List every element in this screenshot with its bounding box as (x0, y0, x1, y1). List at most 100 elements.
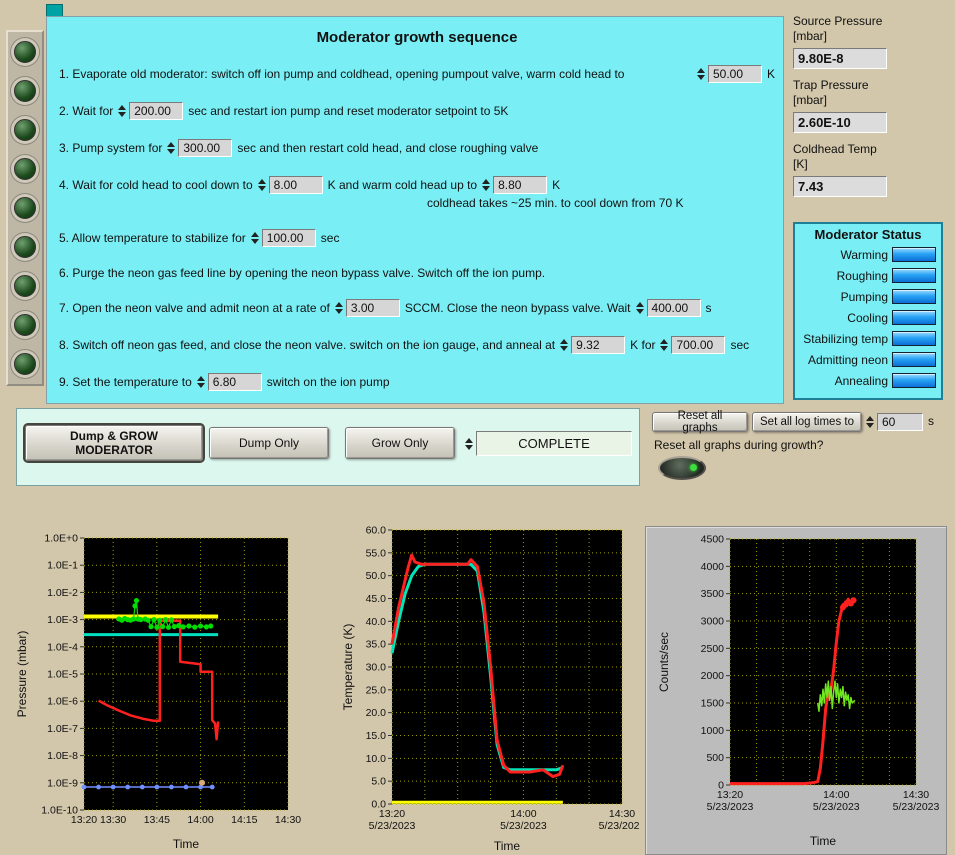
numeric-input[interactable]: 300.00 (178, 139, 233, 157)
reset-all-graphs-button[interactable]: Reset all graphs (652, 410, 748, 434)
log-time-control: 60 (866, 413, 923, 431)
temperature-chart-area: 60.0 55.0 50.0 45.0 40.0 35.0 30.0 25.0 20.0 15.0… (338, 516, 646, 855)
numeric-input[interactable]: 8.80 (493, 176, 548, 194)
step-row-9: 9. Set the temperature to 6.80 switch on t… (59, 373, 775, 391)
svg-text:1.0E-9: 1.0E-9 (47, 777, 78, 789)
reset-during-growth-toggle[interactable] (658, 456, 706, 480)
numeric-input[interactable]: 3.00 (345, 299, 400, 317)
svg-text:1.0E-7: 1.0E-7 (47, 723, 78, 735)
svg-text:14:00: 14:00 (510, 808, 536, 820)
svg-text:5.0: 5.0 (371, 776, 386, 788)
step-text: s (705, 301, 712, 315)
status-row: Cooling (800, 307, 936, 328)
status-indicator-warming (892, 247, 936, 262)
grow-only-button[interactable]: Grow Only (345, 427, 455, 459)
spinner[interactable] (334, 302, 345, 314)
spinner[interactable] (257, 179, 268, 191)
step-row-1: 1. Evaporate old moderator: switch off i… (59, 65, 775, 83)
numeric-input[interactable]: 400.00 (646, 299, 701, 317)
spinner[interactable] (482, 179, 492, 191)
numeric-control: 8.80 (482, 176, 548, 194)
step-led (14, 118, 36, 141)
dump-and-grow-button[interactable]: Dump & GROW MODERATOR (25, 425, 203, 461)
state-spinner[interactable] (465, 437, 475, 450)
counts-chart: 45004000350030002500200015001000500013:2… (657, 534, 940, 849)
numeric-input[interactable]: 50.00 (707, 65, 762, 83)
spinner[interactable] (696, 68, 707, 80)
svg-text:5/23/2023: 5/23/2023 (369, 820, 416, 832)
sequence-state-value[interactable]: COMPLETE (476, 431, 632, 456)
status-label: Cooling (847, 310, 888, 325)
svg-text:4500: 4500 (701, 534, 725, 546)
numeric-input[interactable]: 700.00 (671, 336, 726, 354)
svg-text:55.0: 55.0 (366, 547, 387, 559)
numeric-control: 9.32 (560, 336, 626, 354)
sequence-steps: 1. Evaporate old moderator: switch off i… (59, 65, 775, 391)
spinner[interactable] (250, 232, 261, 244)
spinner[interactable] (635, 302, 646, 314)
svg-text:45.0: 45.0 (366, 593, 387, 605)
status-indicator-cooling (892, 310, 936, 325)
numeric-input[interactable]: 100.00 (261, 229, 316, 247)
status-row: Pumping (800, 286, 936, 307)
numeric-control: 200.00 (118, 102, 184, 120)
step-led (14, 275, 36, 298)
status-row: Roughing (800, 265, 936, 286)
step-row-8: 8. Switch off neon gas feed, and close t… (59, 336, 775, 354)
status-label: Stabilizing temp (803, 331, 888, 346)
dump-only-button[interactable]: Dump Only (209, 427, 329, 459)
set-log-times-button[interactable]: Set all log times to (752, 412, 862, 432)
step-text: K for (630, 338, 656, 352)
numeric-input[interactable]: 200.00 (129, 102, 184, 120)
svg-text:1.0E+0: 1.0E+0 (44, 533, 78, 545)
status-indicator-annealing (892, 373, 936, 388)
svg-text:13:20: 13:20 (71, 814, 97, 826)
numeric-input[interactable]: 9.32 (571, 336, 626, 354)
svg-text:35.0: 35.0 (366, 639, 387, 651)
spinner[interactable] (118, 105, 128, 117)
svg-text:5/23/2023: 5/23/2023 (813, 801, 860, 813)
svg-text:Counts/sec: Counts/sec (657, 632, 671, 692)
numeric-input[interactable]: 6.80 (207, 373, 262, 391)
step-text: SCCM. Close the neon bypass valve. Wait (404, 301, 631, 315)
step-led (14, 157, 36, 180)
svg-text:20.0: 20.0 (366, 707, 387, 719)
numeric-input[interactable]: 8.00 (268, 176, 323, 194)
readout-label: Trap Pressure (793, 78, 869, 92)
numeric-control: 100.00 (250, 229, 316, 247)
sequence-state-control[interactable]: COMPLETE (465, 431, 632, 456)
svg-text:1500: 1500 (701, 698, 725, 710)
step-text: K (766, 67, 775, 81)
status-row: Warming (800, 244, 936, 265)
log-time-input[interactable]: 60 (877, 413, 923, 431)
step-led (14, 353, 36, 376)
status-label: Roughing (836, 268, 888, 283)
svg-text:3500: 3500 (701, 588, 725, 600)
status-label: Annealing (834, 373, 888, 388)
readout: Trap Pressure [mbar] 2.60E-10 (793, 78, 949, 133)
pressure-readouts: Source Pressure [mbar] 9.80E-8 Trap Pressur… (793, 14, 949, 206)
svg-text:14:30: 14:30 (275, 814, 301, 826)
svg-text:3000: 3000 (701, 616, 725, 628)
step-led (14, 314, 36, 337)
spinner[interactable] (560, 339, 570, 351)
readout-unit: [mbar] (793, 29, 828, 43)
spinner[interactable] (167, 142, 177, 154)
step-row-4: 4. Wait for cold head to cool down to 8.0… (59, 176, 775, 194)
spinner[interactable] (196, 376, 207, 388)
svg-text:5/23/2023: 5/23/2023 (707, 801, 754, 813)
step-text: 5. Allow temperature to stabilize for (59, 231, 246, 245)
svg-text:5/23/2023: 5/23/2023 (599, 820, 640, 832)
svg-text:14:15: 14:15 (231, 814, 257, 826)
numeric-control: 3.00 (334, 299, 400, 317)
step-text: 9. Set the temperature to (59, 375, 192, 389)
status-label: Pumping (840, 289, 888, 304)
step-text: 1. Evaporate old moderator: switch off i… (59, 67, 625, 81)
spinner[interactable] (660, 339, 670, 351)
step-led (14, 79, 36, 102)
status-indicator-admitting-neon (892, 352, 936, 367)
svg-text:14:00: 14:00 (823, 789, 849, 801)
svg-text:Time: Time (173, 837, 200, 851)
log-time-spinner[interactable] (866, 416, 876, 428)
step-row-2: 2. Wait for 200.00 sec and restart ion pum… (59, 102, 775, 120)
